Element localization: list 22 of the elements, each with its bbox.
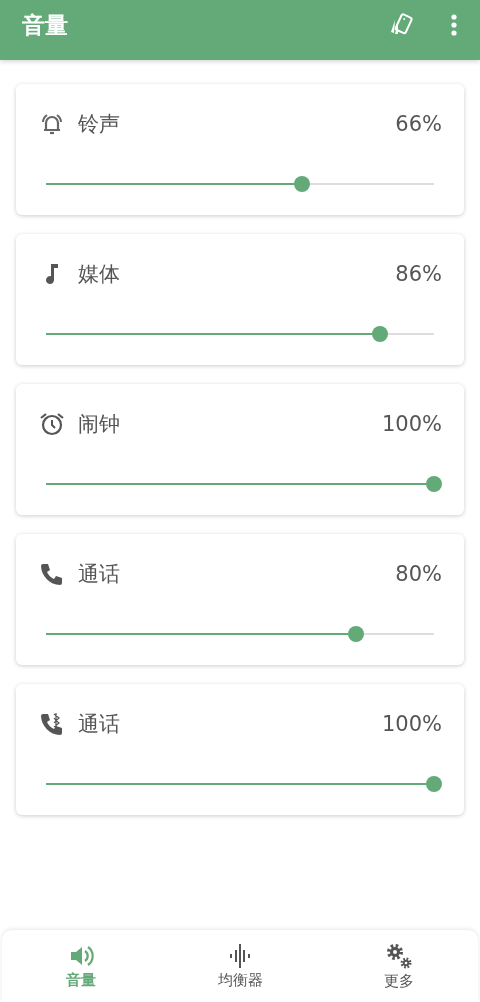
channel-label: 媒体 [78,261,120,288]
slider-thumb[interactable] [348,626,365,642]
volume-percentage: 100% [381,412,442,436]
channel-label: 通话 [78,561,120,588]
gears-icon [384,941,413,970]
nav-tab[interactable]: 均衡器 [160,930,320,1002]
volume-percentage: 80% [395,562,442,586]
volume-percentage: 66% [395,112,442,136]
channel-label: 铃声 [78,111,120,138]
channel-label: 通话 [78,711,120,738]
slider-thumb[interactable] [426,476,442,492]
more-options-icon[interactable] [450,13,458,37]
slider-thumb[interactable] [426,776,442,792]
slider-thumb[interactable] [294,176,311,192]
sound-wave-icon [227,942,253,969]
volume-percentage: 100% [381,712,442,736]
channel-label: 闹钟 [78,411,120,438]
volume-percentage: 86% [395,262,442,286]
nav-tab[interactable]: 更多 [319,930,478,1002]
slider-thumb[interactable] [371,326,388,342]
app-title: 音量 [22,10,68,40]
alarm-clock-icon [38,410,66,438]
